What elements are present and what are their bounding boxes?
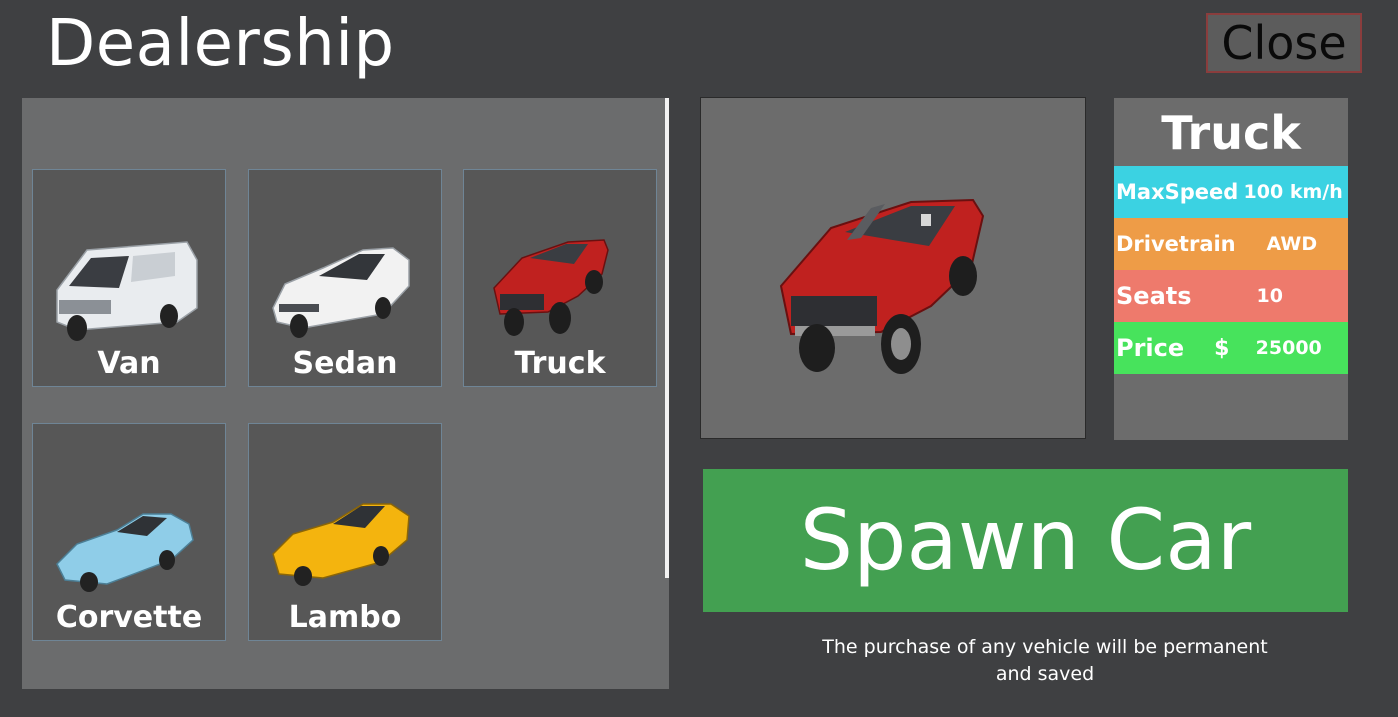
vehicle-name: Lambo — [288, 600, 402, 635]
corvette-image-icon — [56, 513, 194, 592]
page-title: Dealership — [46, 7, 395, 81]
vehicle-name: Corvette — [55, 600, 203, 635]
stat-value: 25000 — [1255, 337, 1322, 359]
purchase-notice: The purchase of any vehicle will be perm… — [822, 636, 1268, 685]
vehicle-card-sedan[interactable]: Sedan — [248, 169, 442, 387]
selected-vehicle-name: Truck — [1161, 106, 1301, 160]
vehicle-name: Van — [97, 346, 161, 381]
stat-row-price: Price $ 25000 — [1114, 322, 1348, 374]
currency-symbol: $ — [1214, 335, 1230, 361]
stat-value: 100 km/h — [1243, 181, 1343, 203]
vehicle-name: Sedan — [292, 346, 398, 381]
vehicle-preview — [700, 97, 1086, 439]
sedan-image-icon — [272, 247, 410, 338]
vehicle-card-van[interactable]: Van — [32, 169, 226, 387]
stat-label: Drivetrain — [1116, 232, 1236, 256]
stat-label: MaxSpeed — [1116, 180, 1239, 204]
truck-preview-icon — [779, 198, 985, 374]
vehicle-card-lambo[interactable]: Lambo — [248, 423, 442, 641]
vehicle-stats-panel: Truck MaxSpeed 100 km/h Drivetrain AWD S… — [1114, 98, 1348, 440]
vehicle-list-panel[interactable]: Van Sedan Truck Corvette Lambo — [22, 98, 669, 689]
close-button[interactable]: Close — [1206, 13, 1362, 73]
truck-image-icon — [493, 239, 609, 336]
stat-value: AWD — [1266, 233, 1318, 255]
van-image-icon — [56, 241, 198, 341]
stat-value: 10 — [1256, 285, 1283, 307]
lambo-image-icon — [272, 503, 410, 586]
stat-row-drivetrain: Drivetrain AWD — [1114, 218, 1348, 270]
stat-label: Seats — [1116, 282, 1192, 310]
vehicle-card-truck[interactable]: Truck — [463, 169, 657, 387]
stat-row-maxspeed: MaxSpeed 100 km/h — [1114, 166, 1348, 218]
spawn-car-button[interactable]: Spawn Car — [703, 469, 1348, 612]
stat-label: Price — [1116, 334, 1185, 362]
vehicle-card-corvette[interactable]: Corvette — [32, 423, 226, 641]
stat-row-seats: Seats 10 — [1114, 270, 1348, 322]
vehicle-name: Truck — [514, 346, 606, 381]
scrollbar[interactable] — [665, 98, 669, 578]
